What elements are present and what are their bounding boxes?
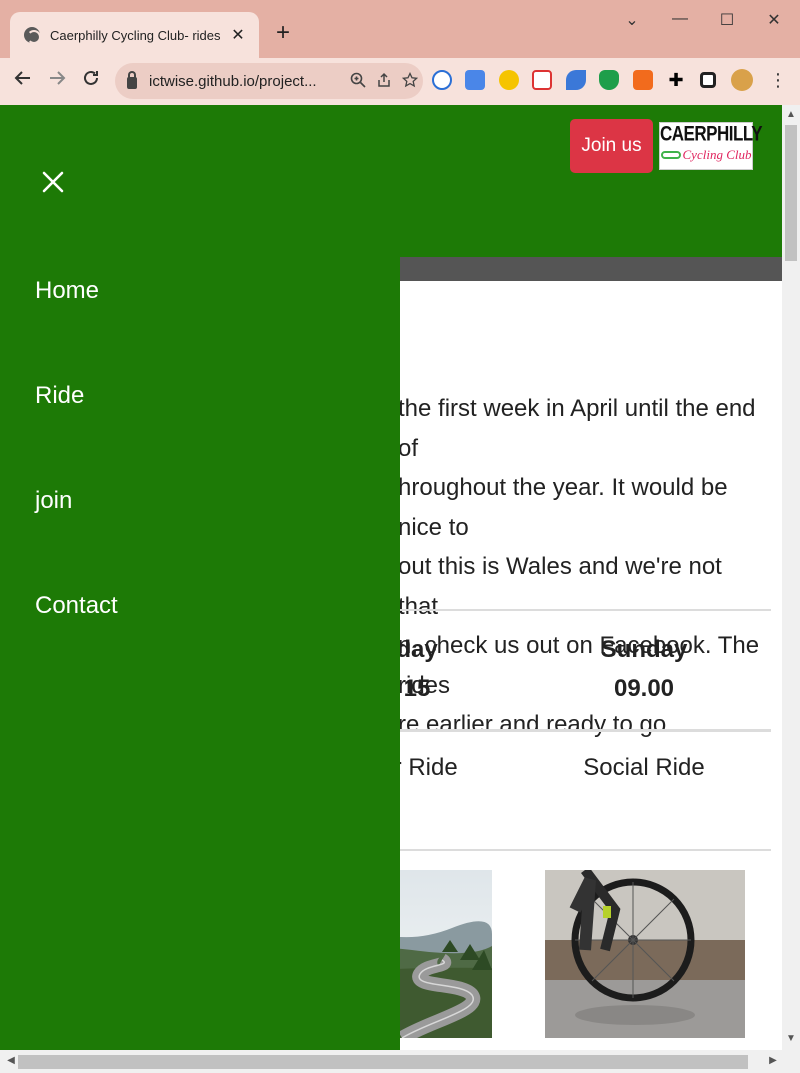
- reload-icon[interactable]: [78, 68, 104, 94]
- menu-icon[interactable]: ⋮: [768, 70, 788, 90]
- horizontal-scroll-thumb[interactable]: [18, 1055, 748, 1069]
- tab-close-icon[interactable]: ✕: [229, 25, 247, 45]
- vertical-scrollbar[interactable]: ▲ ▼: [782, 105, 800, 1050]
- browser-tab[interactable]: Caerphilly Cycling Club- rides ✕: [10, 12, 259, 58]
- scroll-up-icon[interactable]: ▲: [782, 109, 800, 120]
- sidebar-item-home[interactable]: Home: [35, 277, 99, 305]
- profile-icon[interactable]: [731, 69, 753, 91]
- globe-icon: [24, 27, 41, 44]
- extension-1-icon[interactable]: [432, 70, 452, 90]
- star-icon[interactable]: [397, 71, 423, 91]
- scroll-down-icon[interactable]: ▼: [782, 1033, 800, 1044]
- schedule-day: Sunday: [600, 636, 688, 663]
- new-tab-button[interactable]: +: [270, 18, 296, 48]
- browser-tab-strip: Caerphilly Cycling Club- rides ✕ + ⌄ — ☐…: [0, 0, 800, 58]
- logo-subtitle: Cycling Club: [660, 145, 752, 165]
- maximize-button[interactable]: ☐: [712, 10, 742, 30]
- ride-type: Social Ride: [583, 754, 705, 781]
- forward-icon[interactable]: [44, 68, 70, 94]
- sidebar-item-join[interactable]: join: [35, 487, 72, 515]
- scroll-right-icon[interactable]: ▶: [764, 1055, 782, 1066]
- chain-icon: [660, 151, 681, 159]
- tab-title: Caerphilly Cycling Club- rides: [50, 27, 221, 43]
- minimize-button[interactable]: —: [665, 10, 695, 28]
- extension-7-icon[interactable]: [633, 70, 653, 90]
- logo-title: CAERPHILLY: [660, 121, 763, 146]
- sidebar-menu: Home Ride join Contact: [0, 105, 400, 1050]
- translate-icon[interactable]: [465, 70, 485, 90]
- back-icon[interactable]: [10, 68, 36, 94]
- url-text[interactable]: ictwise.github.io/project...: [149, 73, 345, 90]
- extension-6-icon[interactable]: [599, 70, 619, 90]
- extension-3-icon[interactable]: [499, 70, 519, 90]
- lock-icon: [127, 71, 137, 89]
- extension-4-icon[interactable]: [532, 70, 552, 90]
- tab-search-icon[interactable]: ⌄: [617, 10, 647, 30]
- share-icon[interactable]: [371, 72, 397, 91]
- zoom-icon[interactable]: [345, 72, 371, 91]
- sidebar-item-ride[interactable]: Ride: [35, 382, 84, 410]
- browser-toolbar: ictwise.github.io/project... ✚ ⋮: [0, 58, 800, 105]
- address-bar[interactable]: ictwise.github.io/project...: [115, 63, 423, 99]
- close-icon[interactable]: [38, 167, 68, 197]
- join-us-button[interactable]: Join us: [570, 119, 653, 173]
- window-close-button[interactable]: ✕: [759, 10, 789, 30]
- sidebar-icon[interactable]: [700, 72, 716, 88]
- extensions-icon[interactable]: ✚: [666, 70, 686, 90]
- sidebar-item-contact[interactable]: Contact: [35, 592, 118, 620]
- vertical-scroll-thumb[interactable]: [785, 125, 797, 261]
- bicycle-photo: [545, 870, 745, 1038]
- horizontal-scrollbar[interactable]: ◀ ▶: [0, 1050, 800, 1073]
- club-logo[interactable]: CAERPHILLY Cycling Club: [659, 121, 763, 170]
- extension-5-icon[interactable]: [566, 70, 586, 90]
- schedule-time: 09.00: [613, 675, 675, 702]
